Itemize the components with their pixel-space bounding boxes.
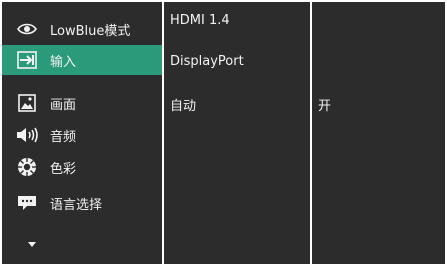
chevron-down-icon[interactable] xyxy=(28,242,36,247)
menu-item-label: 语言选择 xyxy=(50,197,103,213)
speaker-icon xyxy=(16,124,38,146)
input-arrow-icon xyxy=(16,49,38,71)
submenu-column: HDMI 1.4 DisplayPort 自动 xyxy=(164,2,310,264)
menu-item-language[interactable]: 语言选择 xyxy=(2,188,162,218)
menu-item-label: 画面 xyxy=(50,97,77,113)
menu-item-input[interactable]: 输入 xyxy=(2,45,162,75)
option-displayport[interactable]: DisplayPort xyxy=(170,54,244,69)
picture-icon xyxy=(16,92,38,114)
menu-item-color[interactable]: 色彩 xyxy=(2,152,162,182)
menu-item-label: 色彩 xyxy=(50,161,77,177)
osd-menu: LowBlue模式 输入 画面 音频 色彩 语言选择 HDMI 1.4 Disp… xyxy=(0,0,447,266)
speech-bubble-icon xyxy=(16,192,38,214)
value-column: 开 xyxy=(312,2,445,264)
menu-item-label: LowBlue模式 xyxy=(50,23,131,39)
option-hdmi[interactable]: HDMI 1.4 xyxy=(170,13,230,28)
menu-item-label: 音频 xyxy=(50,129,77,145)
main-menu-column: LowBlue模式 输入 画面 音频 色彩 语言选择 xyxy=(2,2,162,264)
menu-item-picture[interactable]: 画面 xyxy=(2,88,162,118)
option-auto[interactable]: 自动 xyxy=(170,95,196,114)
menu-item-label: 输入 xyxy=(50,54,77,70)
eye-icon xyxy=(16,18,38,40)
value-on[interactable]: 开 xyxy=(318,95,331,114)
menu-item-audio[interactable]: 音频 xyxy=(2,120,162,150)
color-wheel-icon xyxy=(16,156,38,178)
menu-item-lowblue[interactable]: LowBlue模式 xyxy=(2,14,162,44)
